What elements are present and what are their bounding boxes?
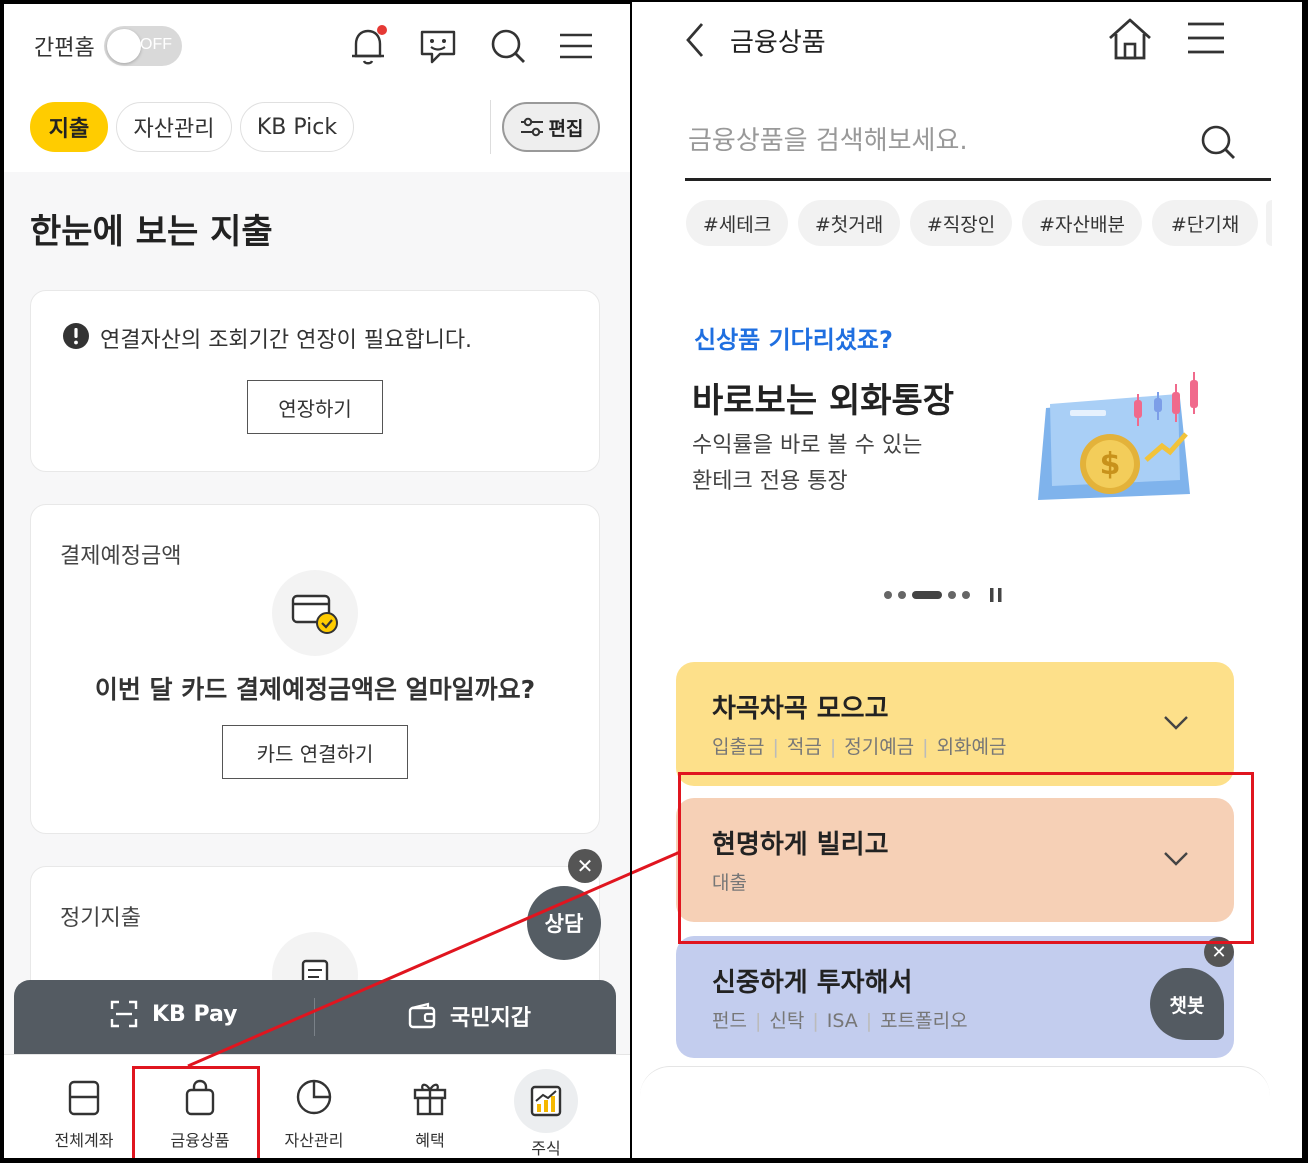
frame-border [632,0,1308,2]
panel-divider [630,0,632,1163]
frame-border [0,0,4,1163]
frame-border [0,0,632,4]
frame-border [1302,0,1308,1163]
annotation-connector-line [187,850,681,1068]
frame-border [0,1158,1308,1163]
